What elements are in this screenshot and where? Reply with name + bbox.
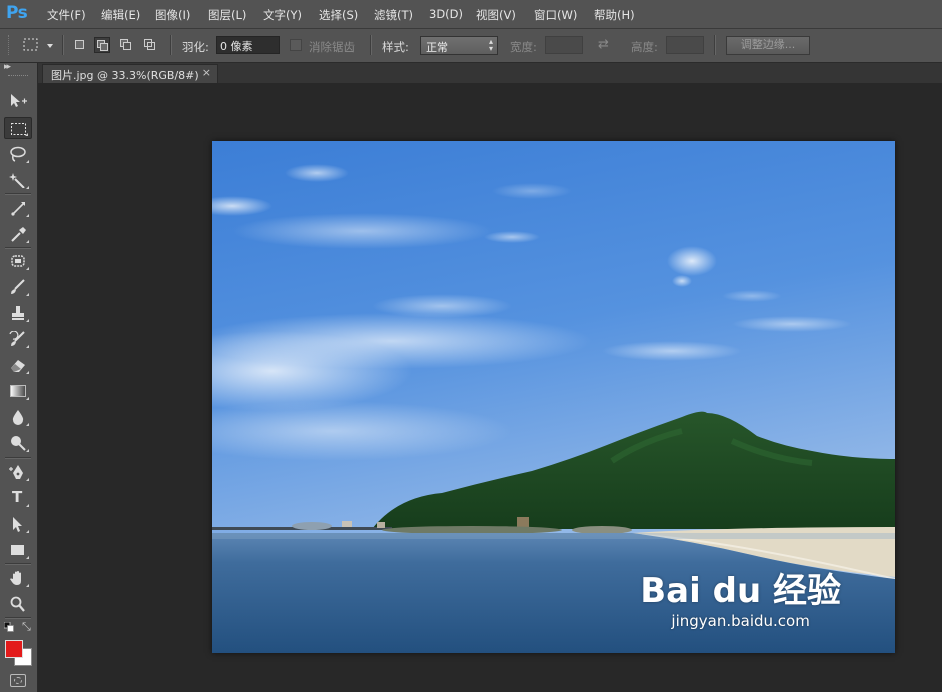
tool-separator <box>5 617 31 619</box>
menu-edit[interactable]: 编辑(E) <box>101 7 140 23</box>
menu-help[interactable]: 帮助(H) <box>594 7 635 23</box>
eyedropper-tool[interactable] <box>4 223 32 245</box>
zoom-tool[interactable] <box>4 593 32 615</box>
quick-mask-icon[interactable] <box>10 674 26 687</box>
document-canvas[interactable]: Bai du 经验 jingyan.baidu.com <box>212 141 895 653</box>
antialias-label: 消除锯齿 <box>309 40 355 54</box>
healing-brush-tool[interactable] <box>4 250 32 272</box>
bandage-icon <box>11 255 25 267</box>
brush-icon <box>11 279 25 294</box>
options-bar: 羽化: 0 像素 消除锯齿 样式: 正常 ▴ ▾ 宽度: ⇄ 高度: 调整边缘..… <box>0 29 942 63</box>
document-tab-bar: 图片.jpg @ 33.3%(RGB/8#) × <box>38 63 942 83</box>
style-select-value: 正常 <box>426 41 448 54</box>
tool-separator <box>5 247 31 249</box>
menu-image[interactable]: 图像(I) <box>155 7 190 23</box>
watermark-url: jingyan.baidu.com <box>671 612 810 630</box>
photoshop-logo: Ps <box>6 3 28 23</box>
dodge-tool[interactable] <box>4 432 32 454</box>
menu-layer[interactable]: 图层(L) <box>208 7 246 23</box>
eyedropper-icon <box>11 227 26 242</box>
menu-filter[interactable]: 滤镜(T) <box>374 7 413 23</box>
add-to-selection-button[interactable] <box>94 37 110 53</box>
clone-stamp-tool[interactable] <box>4 302 32 324</box>
gradient-tool[interactable] <box>4 380 32 402</box>
new-selection-button[interactable] <box>72 37 88 53</box>
style-label: 样式: <box>382 40 409 54</box>
magic-wand-icon <box>9 173 25 188</box>
blur-tool[interactable] <box>4 406 32 428</box>
tool-separator <box>5 457 31 459</box>
swap-colors-icon[interactable]: ⤡ <box>22 620 31 634</box>
swap-width-height-icon[interactable]: ⇄ <box>598 37 609 52</box>
type-tool[interactable]: T <box>4 487 32 509</box>
document-tab[interactable]: 图片.jpg @ 33.3%(RGB/8#) × <box>42 64 218 83</box>
close-icon[interactable]: × <box>202 66 211 79</box>
foreground-color-swatch[interactable] <box>5 640 23 658</box>
document-tab-title: 图片.jpg @ 33.3%(RGB/8#) <box>51 69 199 82</box>
move-icon <box>11 94 27 107</box>
separator <box>370 35 372 55</box>
path-selection-tool[interactable] <box>4 513 32 535</box>
type-icon: T <box>12 488 23 506</box>
lasso-tool[interactable] <box>4 143 32 165</box>
width-label: 宽度: <box>510 40 537 54</box>
menu-3d[interactable]: 3D(D) <box>429 7 463 21</box>
pen-icon <box>9 465 23 479</box>
history-brush-icon <box>9 331 25 346</box>
eraser-icon <box>11 360 25 372</box>
marquee-preset-icon <box>23 38 53 51</box>
feather-label: 羽化: <box>182 40 209 54</box>
stamp-icon <box>12 306 24 320</box>
brush-tool[interactable] <box>4 276 32 298</box>
menu-select[interactable]: 选择(S) <box>319 7 358 23</box>
tool-preset-picker[interactable] <box>20 36 56 54</box>
separator <box>170 35 172 55</box>
subtract-from-selection-button[interactable] <box>118 37 134 53</box>
lasso-icon <box>10 146 26 162</box>
separator <box>62 35 64 55</box>
hand-icon <box>10 571 21 585</box>
baidu-logo: Bai du 经验 <box>640 571 841 611</box>
menu-type[interactable]: 文字(Y) <box>263 7 302 23</box>
crop-icon <box>11 202 25 216</box>
panel-grip[interactable] <box>8 75 28 78</box>
menu-bar: Ps 文件(F) 编辑(E) 图像(I) 图层(L) 文字(Y) 选择(S) 滤… <box>0 0 942 29</box>
hand-tool[interactable] <box>4 567 32 589</box>
collapse-panel-icon[interactable]: ▸▸ <box>4 62 11 72</box>
default-colors-icon[interactable] <box>4 622 14 632</box>
baidu-jingyan-watermark: Bai du 经验 jingyan.baidu.com <box>640 572 841 630</box>
height-label: 高度: <box>631 40 658 54</box>
magic-wand-tool[interactable] <box>4 169 32 191</box>
antialias-checkbox[interactable] <box>290 39 302 51</box>
menu-file[interactable]: 文件(F) <box>47 7 86 23</box>
crop-tool[interactable] <box>4 197 32 219</box>
width-input[interactable] <box>545 36 583 54</box>
tools-panel: ▸▸ T <box>0 62 38 692</box>
tool-separator <box>5 563 31 565</box>
menu-window[interactable]: 窗口(W) <box>534 7 577 23</box>
eraser-tool[interactable] <box>4 354 32 376</box>
style-select[interactable]: 正常 ▴ ▾ <box>420 36 498 55</box>
path-select-icon <box>13 517 22 532</box>
height-input[interactable] <box>666 36 704 54</box>
refine-edge-button[interactable]: 调整边缘... <box>726 36 810 55</box>
history-brush-tool[interactable] <box>4 328 32 350</box>
intersect-selection-button[interactable] <box>142 37 158 53</box>
canvas-area[interactable]: Bai du 经验 jingyan.baidu.com <box>38 83 942 692</box>
rectangle-tool[interactable] <box>4 539 32 561</box>
dodge-icon <box>11 436 26 451</box>
move-tool[interactable] <box>4 90 32 112</box>
separator <box>714 35 716 55</box>
gradient-icon <box>10 385 26 397</box>
feather-input[interactable]: 0 像素 <box>216 36 280 54</box>
rectangular-marquee-tool[interactable] <box>4 117 32 139</box>
pen-tool[interactable] <box>4 461 32 483</box>
menu-view[interactable]: 视图(V) <box>476 7 516 23</box>
tool-separator <box>5 193 31 195</box>
options-grip[interactable] <box>8 35 11 55</box>
rectangle-icon <box>11 545 24 555</box>
zoom-icon <box>10 596 25 612</box>
water-drop-icon <box>12 410 24 425</box>
select-arrows-icon: ▴ ▾ <box>488 37 493 53</box>
